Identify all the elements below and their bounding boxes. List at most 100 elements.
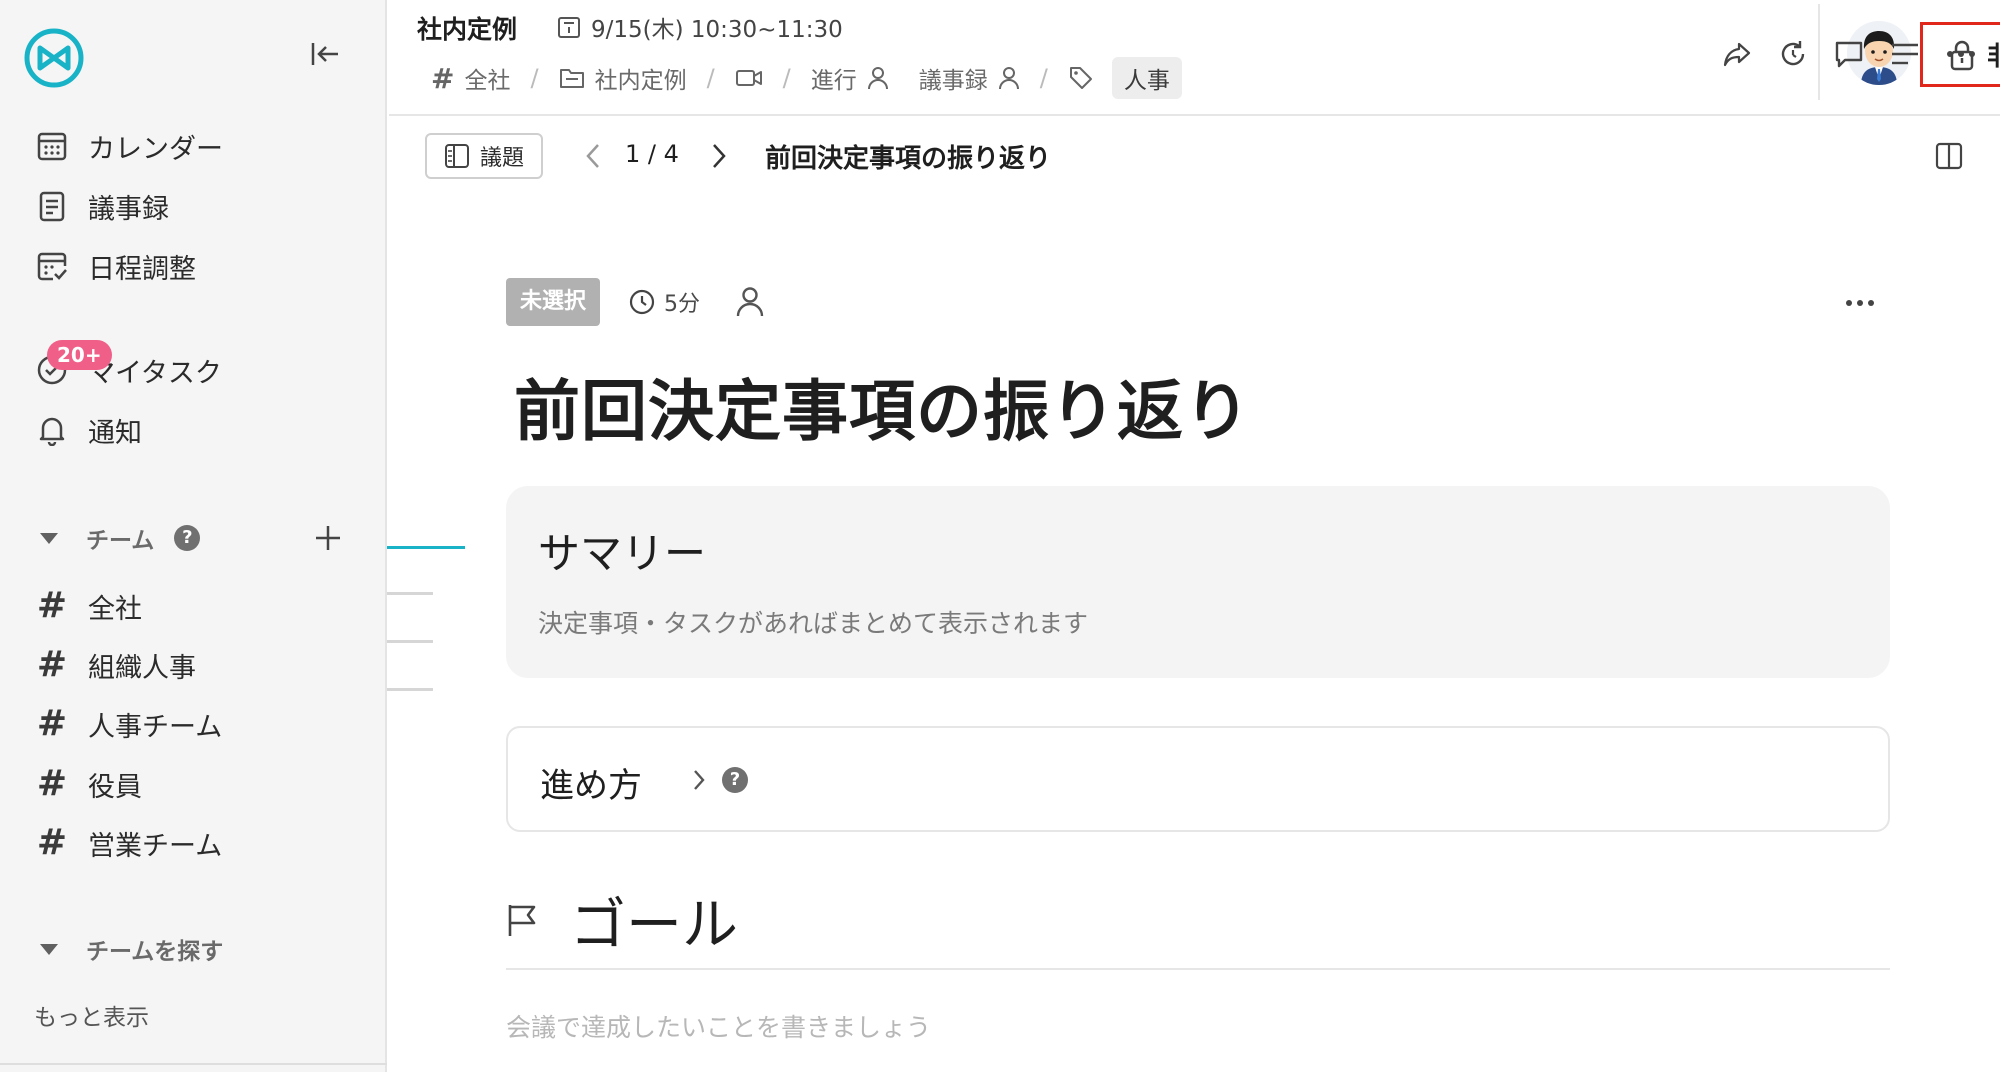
show-more-link[interactable]: もっと表示 <box>34 998 149 1032</box>
schedule-check-icon <box>32 246 72 286</box>
meeting-datetime[interactable]: 9/15(木) 10:30~11:30 <box>557 10 843 44</box>
breadcrumb-label: 全社 <box>464 68 511 94</box>
outline-list-icon[interactable] <box>1885 34 1925 74</box>
sidebar-item-label: 組織人事 <box>88 652 196 684</box>
sidebar-item-notifications[interactable]: 通知 <box>32 408 142 452</box>
hash-icon: # <box>36 822 68 863</box>
meeting-header: 社内定例 9/15(木) 10:30~11:30 # 全社 / 社内定例 / /… <box>389 0 2000 116</box>
chevron-right-icon[interactable] <box>684 762 714 798</box>
panel-icon <box>444 143 470 169</box>
privacy-label: 非公開 <box>1986 42 2000 72</box>
comment-icon[interactable] <box>1829 34 1869 74</box>
sidebar-item-label: 人事チーム <box>88 711 223 743</box>
meeting-breadcrumbs: # 全社 / 社内定例 / / 進行 議事録 / 人事 <box>431 57 1182 99</box>
sidebar-item-label: 全社 <box>88 593 142 625</box>
section-label: チームを探す <box>86 939 224 965</box>
minutes-taker-selector[interactable]: 議事録 <box>919 61 1020 95</box>
minutes-label: 議事録 <box>918 68 988 94</box>
breadcrumb-separator: / <box>782 64 791 92</box>
status-badge[interactable]: 未選択 <box>506 278 601 326</box>
agenda-button-label: 議題 <box>479 146 524 171</box>
add-team-button[interactable] <box>308 518 348 558</box>
teams-section-toggle[interactable]: チーム ? <box>40 518 201 558</box>
sidebar-team-item[interactable]: # 営業チーム <box>32 821 222 865</box>
breadcrumb-label: 社内定例 <box>594 68 687 94</box>
calendar-icon <box>32 126 72 166</box>
divider <box>0 1063 387 1065</box>
howto-label: 進め方 <box>540 766 642 806</box>
task-count-badge: 20+ <box>47 340 112 370</box>
facilitator-label: 進行 <box>810 68 857 94</box>
help-icon[interactable]: ? <box>174 525 201 551</box>
video-call-button[interactable] <box>735 68 763 88</box>
user-icon <box>867 66 889 90</box>
agenda-item-more-icon[interactable] <box>1840 288 1880 318</box>
goal-heading: ゴール <box>570 892 738 958</box>
help-icon[interactable]: ? <box>722 767 748 793</box>
caret-down-icon <box>40 943 58 955</box>
meeting-title[interactable]: 社内定例 <box>417 10 517 46</box>
refresh-icon[interactable] <box>1773 34 1813 74</box>
assignee-user-icon[interactable] <box>732 284 768 320</box>
next-agenda-button[interactable] <box>703 138 735 174</box>
sidebar-item-minutes[interactable]: 議事録 <box>32 184 169 228</box>
sidebar-team-item[interactable]: # 全社 <box>32 584 142 628</box>
tag-icon <box>1068 65 1094 91</box>
outline-marker[interactable] <box>387 688 433 691</box>
breadcrumb-channel[interactable]: # 全社 <box>431 61 510 95</box>
sidebar-team-item[interactable]: # 組織人事 <box>32 643 196 687</box>
current-agenda-title: 前回決定事項の振り返り <box>765 144 1052 174</box>
calendar-small-icon <box>557 15 581 39</box>
goal-header: ゴール <box>506 880 738 960</box>
section-label: チーム <box>86 528 155 554</box>
sidebar-item-label: 営業チーム <box>88 830 223 862</box>
brand-logo-icon[interactable] <box>22 26 86 90</box>
clock-icon <box>628 288 656 316</box>
outline-marker[interactable] <box>387 640 433 643</box>
summary-heading: サマリー <box>538 529 707 578</box>
agenda-list-button[interactable]: 議題 <box>425 133 543 179</box>
sidebar: カレンダー 議事録 日程調整 20+ マイタスク 通知 チーム ? # 全社 #… <box>0 0 387 1072</box>
agenda-navigation-bar: 議題 1 / 4 前回決定事項の振り返り <box>389 118 2000 194</box>
agenda-title[interactable]: 前回決定事項の振り返り <box>514 358 1251 454</box>
sidebar-team-item[interactable]: # 人事チーム <box>32 702 222 746</box>
previous-agenda-button[interactable] <box>577 138 609 174</box>
more-icon[interactable] <box>1941 34 1981 74</box>
caret-down-icon <box>40 532 58 544</box>
sidebar-item-label: 役員 <box>88 771 142 803</box>
hash-icon: # <box>36 644 68 685</box>
document-icon <box>32 186 72 226</box>
duration-selector[interactable]: 5分 <box>628 286 700 318</box>
divider <box>506 968 1890 970</box>
duration-text: 5分 <box>664 292 701 317</box>
divider <box>1818 4 1820 100</box>
find-teams-section-toggle[interactable]: チームを探す <box>40 929 223 969</box>
share-icon[interactable] <box>1717 34 1757 74</box>
hash-icon: # <box>36 585 68 626</box>
hash-icon: # <box>431 61 455 95</box>
folder-icon <box>559 67 585 89</box>
goal-input[interactable]: 会議で達成したいことを書きましょう <box>506 1008 931 1044</box>
datetime-text: 9/15(木) 10:30~11:30 <box>591 17 843 43</box>
collapse-sidebar-icon[interactable] <box>305 36 345 72</box>
agenda-meta: 未選択 5分 <box>506 278 768 326</box>
hash-icon: # <box>36 763 68 804</box>
facilitator-selector[interactable]: 進行 <box>811 61 889 95</box>
breadcrumb-separator: / <box>530 64 539 92</box>
sidebar-item-label: 通知 <box>88 417 142 449</box>
outline-marker-active[interactable] <box>387 546 465 549</box>
tag-selector[interactable]: 人事 <box>1068 57 1182 99</box>
sidebar-team-item[interactable]: # 役員 <box>32 762 142 806</box>
howto-section[interactable]: 進め方 ? <box>506 726 1890 832</box>
tag-chip[interactable]: 人事 <box>1111 57 1182 99</box>
flag-icon <box>506 902 540 938</box>
video-camera-icon <box>735 68 763 88</box>
hash-icon: # <box>36 703 68 744</box>
sidebar-item-scheduling[interactable]: 日程調整 <box>32 244 196 288</box>
sidebar-item-label: カレンダー <box>88 133 223 165</box>
sidebar-item-calendar[interactable]: カレンダー <box>32 124 223 168</box>
split-view-icon[interactable] <box>1931 138 1967 174</box>
breadcrumb-separator: / <box>1039 64 1048 92</box>
breadcrumb-meeting[interactable]: 社内定例 <box>559 61 687 95</box>
outline-marker[interactable] <box>387 592 433 595</box>
